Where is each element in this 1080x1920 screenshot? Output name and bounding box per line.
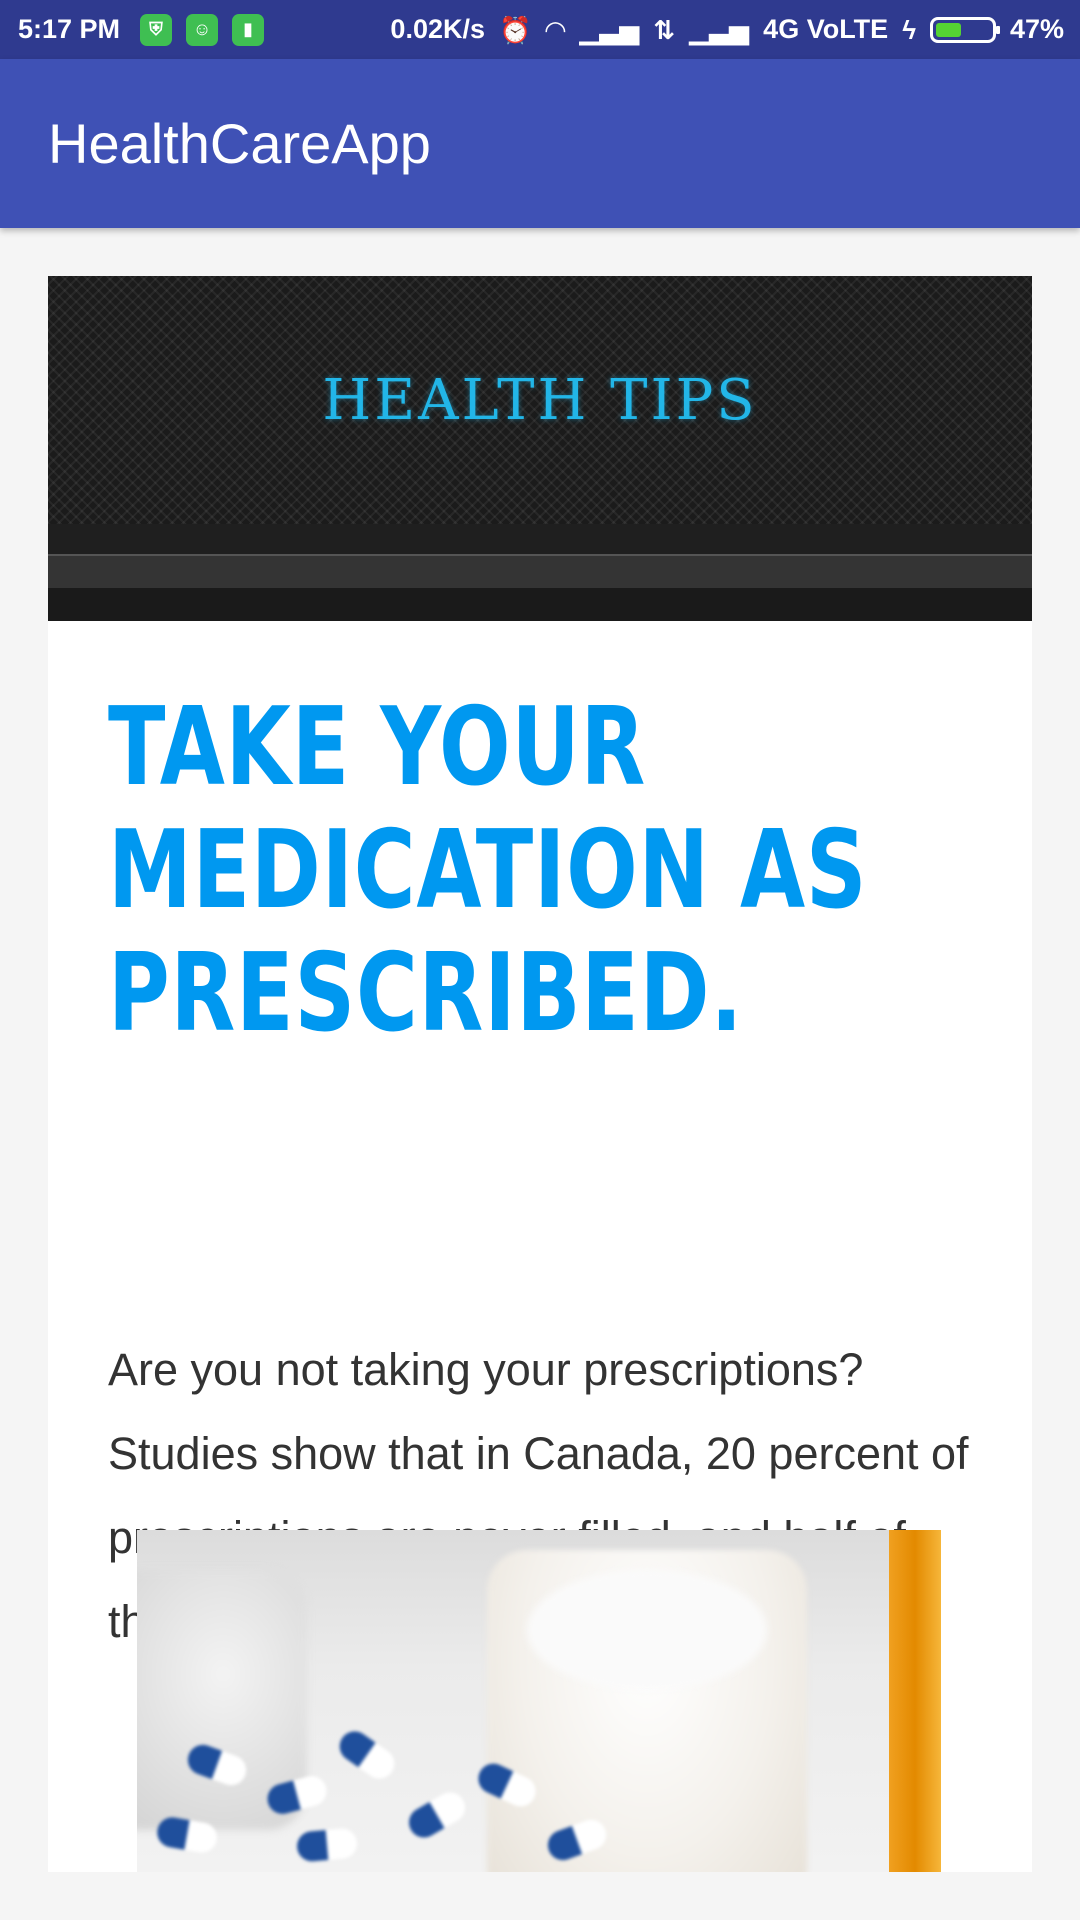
capsule-pill	[295, 1827, 359, 1863]
article-headline: TAKE YOUR MEDICATION AS PRESCRIBED.	[108, 685, 868, 1056]
article-card[interactable]: HEALTH TIPS TAKE YOUR MEDICATION AS PRES…	[48, 276, 1032, 1872]
battery-percent: 47%	[1009, 14, 1064, 44]
headline-line: PRESCRIBED.	[108, 931, 744, 1056]
app-bar: HealthCareApp	[0, 59, 1080, 228]
wifi-icon: ◠	[545, 14, 566, 45]
capsule-pill	[333, 1725, 401, 1785]
battery-app-icon: ▮	[232, 13, 265, 46]
medication-photo	[137, 1530, 941, 1872]
signal-icon: ▁▃▅	[689, 14, 750, 45]
alarm-icon: ⏰	[499, 14, 532, 45]
shield-app-icon: ⛨	[140, 13, 173, 46]
headline-line: TAKE YOUR	[108, 685, 647, 810]
charging-icon: ϟ	[902, 14, 916, 45]
battery-icon	[929, 16, 1000, 43]
network-type: 4G VoLTE	[763, 14, 889, 44]
status-time: 5:17 PM	[18, 14, 121, 44]
pill-bottle-cap	[527, 1570, 767, 1690]
banner-stripe	[48, 588, 1032, 621]
signal-icon: ▁▃▅	[579, 14, 640, 45]
orange-prescription-bottle	[889, 1530, 941, 1872]
net-speed: 0.02K/s	[390, 14, 485, 44]
battery-level-fill	[935, 22, 962, 37]
headline-line: MEDICATION AS	[108, 808, 868, 933]
app-title: HealthCareApp	[48, 112, 431, 175]
banner-stripe	[48, 554, 1032, 590]
data-arrows-icon: ⇅	[653, 14, 676, 45]
banner-stripe	[48, 524, 1032, 554]
status-bar: 5:17 PM ⛨ ☺ ▮ 0.02K/s ⏰ ◠ ▁▃▅ ⇅ ▁▃▅ 4G V…	[0, 0, 1080, 59]
health-tips-banner: HEALTH TIPS	[48, 276, 1032, 621]
banner-title: HEALTH TIPS	[322, 368, 758, 433]
android-app-icon: ☺	[186, 13, 219, 46]
capsule-pill	[403, 1787, 471, 1843]
